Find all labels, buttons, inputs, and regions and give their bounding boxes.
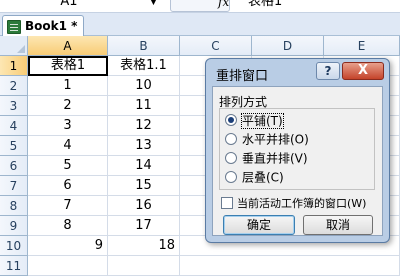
row-header[interactable]: 9: [0, 216, 28, 236]
cell-a11[interactable]: [28, 256, 108, 276]
row-header[interactable]: 7: [0, 176, 28, 196]
cell-a8[interactable]: 7: [28, 196, 108, 216]
formula-bar: A1 ▼ fx 表格1: [0, 0, 400, 13]
checkbox-unchecked-icon[interactable]: [221, 197, 233, 209]
column-header-e[interactable]: E: [324, 36, 400, 56]
cell-a10[interactable]: 9: [28, 236, 108, 256]
function-icon[interactable]: fx: [218, 0, 229, 9]
cell-b1[interactable]: 表格1.1: [108, 56, 180, 76]
radio-cascade[interactable]: 层叠(C): [225, 168, 284, 186]
column-header-b[interactable]: B: [108, 36, 180, 56]
row-header[interactable]: 5: [0, 136, 28, 156]
column-header-d[interactable]: D: [252, 36, 324, 56]
cell-a3[interactable]: 2: [28, 96, 108, 116]
radio-unchecked-icon[interactable]: [225, 151, 237, 164]
help-button[interactable]: ?: [316, 62, 340, 80]
cell-a4[interactable]: 3: [28, 116, 108, 136]
row-header[interactable]: 10: [0, 236, 28, 256]
radio-unchecked-icon[interactable]: [225, 132, 237, 145]
cell-a1[interactable]: 表格1: [28, 56, 108, 76]
cell-b8[interactable]: 16: [108, 196, 180, 216]
cell-a2[interactable]: 1: [28, 76, 108, 96]
dialog-body: 排列方式 平铺(T) 水平并排(O) 垂直并排(V) 层叠(C) 当前活动工作簿…: [212, 86, 383, 236]
checkbox-label: 当前活动工作簿的窗口(W): [237, 197, 367, 210]
cell-b7[interactable]: 15: [108, 176, 180, 196]
radio-tiled[interactable]: 平铺(T): [225, 111, 284, 129]
cell-b11[interactable]: [108, 256, 180, 276]
cell-b10[interactable]: 18: [108, 236, 180, 256]
tab-label: Book1 *: [25, 19, 78, 33]
radio-label: 平铺(T): [241, 112, 284, 129]
select-all-corner[interactable]: [0, 36, 28, 56]
name-box[interactable]: A1: [0, 0, 138, 10]
cell-b5[interactable]: 13: [108, 136, 180, 156]
workbook-tab-bar: Book1 *: [0, 13, 400, 36]
formula-input[interactable]: 表格1: [248, 0, 282, 10]
row-header[interactable]: 11: [0, 256, 28, 276]
cell-b2[interactable]: 10: [108, 76, 180, 96]
radio-checked-icon[interactable]: [225, 113, 237, 126]
excel-workbook-icon: [7, 20, 21, 34]
tab-book1[interactable]: Book1 *: [2, 15, 84, 36]
cancel-button[interactable]: 取消: [303, 215, 373, 235]
cell-b4[interactable]: 12: [108, 116, 180, 136]
radio-label: 水平并排(O): [242, 132, 309, 147]
row-header[interactable]: 6: [0, 156, 28, 176]
column-header-c[interactable]: C: [180, 36, 252, 56]
cell-b3[interactable]: 11: [108, 96, 180, 116]
row-header[interactable]: 1: [0, 56, 28, 76]
radio-horizontal[interactable]: 水平并排(O): [225, 130, 309, 148]
cell-a6[interactable]: 5: [28, 156, 108, 176]
radio-vertical[interactable]: 垂直并排(V): [225, 149, 308, 167]
radio-unchecked-icon[interactable]: [225, 170, 237, 183]
cell-b9[interactable]: 17: [108, 216, 180, 236]
row-header[interactable]: 2: [0, 76, 28, 96]
row-header[interactable]: 4: [0, 116, 28, 136]
active-workbook-checkbox-row[interactable]: 当前活动工作簿的窗口(W): [221, 195, 366, 213]
row-header[interactable]: 8: [0, 196, 28, 216]
cell-a5[interactable]: 4: [28, 136, 108, 156]
radio-label: 垂直并排(V): [242, 151, 308, 166]
dialog-title: 重排窗口: [216, 69, 269, 84]
row-header[interactable]: 3: [0, 96, 28, 116]
column-header-a[interactable]: A: [28, 36, 108, 56]
arrange-windows-dialog: 重排窗口 ? X 排列方式 平铺(T) 水平并排(O) 垂直并排(V) 层叠(C…: [205, 58, 390, 243]
close-button[interactable]: X: [342, 62, 384, 80]
cell-a9[interactable]: 8: [28, 216, 108, 236]
cell-b6[interactable]: 14: [108, 156, 180, 176]
cell-row11-rest[interactable]: [180, 256, 400, 276]
radio-label: 层叠(C): [242, 170, 284, 185]
ok-button[interactable]: 确定: [223, 215, 295, 235]
chevron-down-icon[interactable]: ▼: [150, 0, 157, 7]
cell-a7[interactable]: 6: [28, 176, 108, 196]
